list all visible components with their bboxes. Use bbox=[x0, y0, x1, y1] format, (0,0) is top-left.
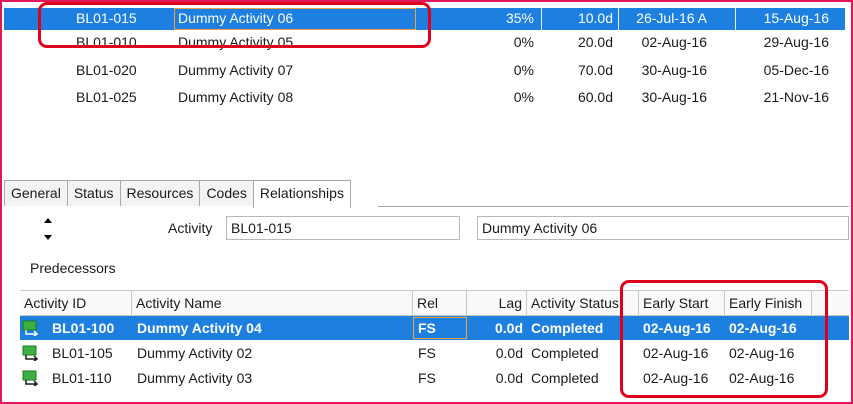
column-divider bbox=[618, 8, 619, 30]
pred-rel: FS bbox=[418, 370, 436, 386]
duration: 20.0d bbox=[577, 34, 613, 50]
activity-name: Dummy Activity 08 bbox=[178, 89, 294, 105]
activity-name-field[interactable]: Dummy Activity 06 bbox=[477, 216, 849, 240]
pred-id: BL01-100 bbox=[52, 320, 115, 336]
pred-id: BL01-105 bbox=[52, 345, 113, 361]
highlight-annotation bbox=[620, 280, 828, 398]
percent-complete: 35% bbox=[505, 10, 534, 26]
pred-name: Dummy Activity 03 bbox=[137, 370, 253, 386]
activity-id-field[interactable]: BL01-015 bbox=[226, 216, 460, 240]
detail-tabs: General Status Resources Codes Relations… bbox=[4, 180, 351, 208]
percent-complete: 0% bbox=[513, 62, 534, 78]
percent-complete: 0% bbox=[513, 34, 534, 50]
start-date: 02-Aug-16 bbox=[641, 34, 707, 50]
pred-id: BL01-110 bbox=[52, 370, 112, 386]
duration: 60.0d bbox=[577, 89, 613, 105]
relationship-icon bbox=[22, 345, 39, 361]
pred-lag: 0.0d bbox=[495, 370, 523, 386]
activity-id: BL01-025 bbox=[76, 89, 137, 105]
col-rel[interactable]: Rel bbox=[413, 291, 467, 315]
finish-date: 21-Nov-16 bbox=[763, 89, 829, 105]
activity-name: Dummy Activity 07 bbox=[178, 62, 294, 78]
pred-status: Completed bbox=[531, 320, 604, 336]
tab-status[interactable]: Status bbox=[66, 180, 121, 206]
activity-id: BL01-020 bbox=[76, 62, 137, 78]
activity-row[interactable]: BL01-025 Dummy Activity 08 0% 60.0d 30-A… bbox=[4, 85, 845, 111]
pred-rel: FS bbox=[418, 345, 436, 361]
relationship-icon bbox=[22, 320, 39, 336]
arrow-down-icon[interactable] bbox=[44, 235, 52, 240]
pred-rel: FS bbox=[418, 320, 436, 336]
start-date: 30-Aug-16 bbox=[641, 89, 707, 105]
percent-complete: 0% bbox=[513, 89, 534, 105]
duration: 70.0d bbox=[577, 62, 613, 78]
activity-label: Activity bbox=[168, 220, 213, 236]
duration: 10.0d bbox=[577, 10, 613, 26]
pred-lag: 0.0d bbox=[494, 320, 523, 336]
start-date: 30-Aug-16 bbox=[641, 62, 707, 78]
tab-relationships[interactable]: Relationships bbox=[252, 180, 351, 208]
highlight-annotation bbox=[38, 2, 431, 48]
pred-name: Dummy Activity 04 bbox=[137, 320, 262, 336]
pred-status: Completed bbox=[531, 370, 599, 386]
arrow-up-icon[interactable] bbox=[44, 218, 52, 223]
predecessors-label: Predecessors bbox=[30, 260, 116, 276]
tab-baseline bbox=[378, 206, 849, 207]
relationship-icon bbox=[22, 370, 39, 386]
tab-codes[interactable]: Codes bbox=[199, 180, 254, 206]
finish-date: 15-Aug-16 bbox=[763, 10, 829, 26]
column-divider bbox=[541, 8, 542, 30]
tab-general[interactable]: General bbox=[4, 180, 68, 206]
pred-name: Dummy Activity 02 bbox=[137, 345, 253, 361]
pred-lag: 0.0d bbox=[495, 345, 523, 361]
pred-status: Completed bbox=[531, 345, 599, 361]
col-lag[interactable]: Lag bbox=[467, 291, 527, 315]
start-date: 26-Jul-16 A bbox=[636, 10, 707, 26]
activity-row[interactable]: BL01-020 Dummy Activity 07 0% 70.0d 30-A… bbox=[4, 58, 845, 84]
finish-date: 29-Aug-16 bbox=[763, 34, 829, 50]
finish-date: 05-Dec-16 bbox=[763, 62, 829, 78]
tab-resources[interactable]: Resources bbox=[119, 180, 201, 206]
column-divider bbox=[735, 8, 736, 30]
col-activity-id[interactable]: Activity ID bbox=[20, 291, 132, 315]
col-activity-name[interactable]: Activity Name bbox=[132, 291, 413, 315]
